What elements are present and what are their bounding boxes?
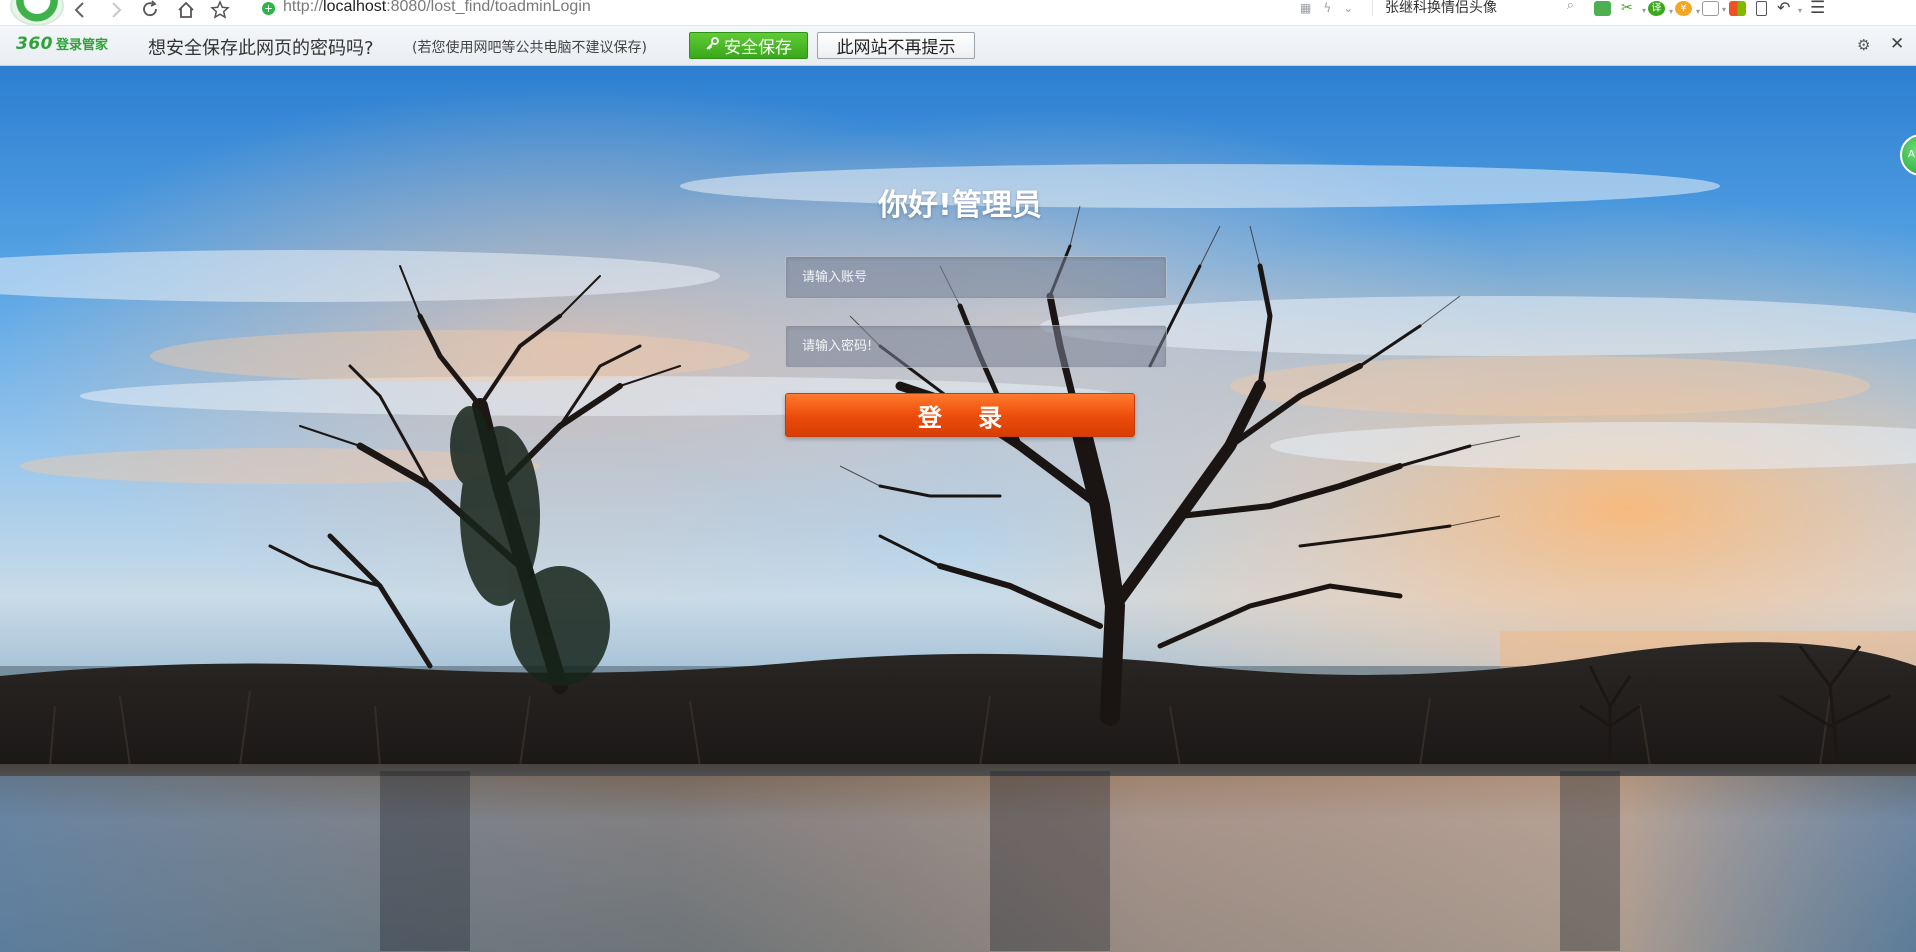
- translate-icon[interactable]: 译 ▾: [1648, 0, 1673, 16]
- save-password-question: 想安全保存此网页的密码吗?: [148, 38, 374, 59]
- login-button[interactable]: 登 录: [785, 393, 1135, 437]
- safe-save-label: 安全保存: [724, 38, 792, 58]
- back-icon[interactable]: [68, 0, 92, 20]
- extension-icons: ✂ ▾ 译 ▾ ¥ ▾ ▾ ↶ ▾ ☰: [1594, 0, 1827, 16]
- address-bar[interactable]: + http://localhost:8080/lost_find/toadmi…: [262, 0, 1242, 18]
- brand-label: 登录管家: [56, 38, 109, 53]
- browser-logo-icon[interactable]: [10, 0, 64, 26]
- undo-icon[interactable]: ↶ ▾: [1777, 0, 1802, 16]
- book-icon[interactable]: [1594, 0, 1611, 16]
- forward-icon[interactable]: [104, 0, 128, 20]
- account-input[interactable]: [786, 257, 1166, 298]
- search-box[interactable]: 张继科换情侣头像 ⌕: [1372, 0, 1574, 16]
- secure-icon: +: [262, 1, 275, 15]
- chevron-down-icon[interactable]: ⌄: [1343, 1, 1353, 15]
- home-icon[interactable]: [174, 0, 198, 20]
- brand-360-logo: 360: [16, 34, 53, 54]
- close-icon[interactable]: ✕: [1890, 34, 1904, 54]
- lightning-icon[interactable]: ϟ: [1323, 1, 1331, 15]
- reload-icon[interactable]: [138, 0, 162, 20]
- coin-icon[interactable]: ¥ ▾: [1675, 0, 1700, 16]
- url-text[interactable]: http://localhost:8080/lost_find/toadminL…: [283, 0, 591, 16]
- address-tools: ▦ ϟ ⌄: [1300, 0, 1353, 16]
- favorite-star-icon[interactable]: [208, 0, 232, 20]
- browser-toolbar: + http://localhost:8080/lost_find/toadmi…: [0, 0, 1916, 26]
- phone-icon[interactable]: [1756, 0, 1767, 16]
- password-input[interactable]: [786, 326, 1166, 367]
- image-icon[interactable]: ▾: [1702, 0, 1726, 16]
- search-input[interactable]: 张继科换情侣头像: [1385, 0, 1497, 17]
- safe-save-button[interactable]: 安全保存: [689, 32, 808, 59]
- menu-icon[interactable]: ☰: [1810, 0, 1827, 16]
- login-title: 你好!管理员: [878, 188, 1042, 223]
- save-password-note: (若您使用网吧等公共电脑不建议保存): [412, 40, 647, 56]
- password-field[interactable]: [785, 325, 1167, 368]
- login-manager-brand: 360 登录管家: [16, 34, 108, 54]
- never-remind-button[interactable]: 此网站不再提示: [817, 32, 975, 59]
- apps-grid-icon[interactable]: [1729, 0, 1746, 16]
- account-field[interactable]: [785, 256, 1167, 299]
- key-icon: [705, 36, 719, 56]
- gear-icon[interactable]: ⚙: [1857, 36, 1870, 54]
- qr-code-icon[interactable]: ▦: [1300, 1, 1311, 15]
- scissors-icon[interactable]: ✂ ▾: [1621, 1, 1646, 16]
- search-icon[interactable]: ⌕: [1567, 0, 1574, 13]
- password-save-bar: 360 登录管家 想安全保存此网页的密码吗? (若您使用网吧等公共电脑不建议保存…: [0, 26, 1916, 66]
